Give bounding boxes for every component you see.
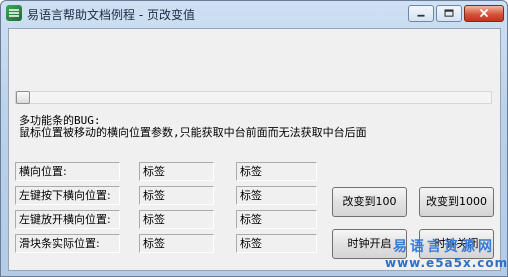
client-area: 多功能条的BUG: 鼠标位置被移动的横向位置参数,只能获取中台前面而无法获取中台… [8,28,501,271]
row-label-horizontal-position: 横向位置: [15,162,120,181]
watermark-url: www.e5a5x.com [385,256,508,270]
window-title: 易语言帮助文档例程 - 页改变值 [27,8,195,22]
change-to-100-button[interactable]: 改变到100 [332,187,407,217]
row-value2-left-down-position: 标签 [236,186,317,205]
title-bar[interactable]: 易语言帮助文档例程 - 页改变值 [1,1,507,27]
horizontal-scrollbar[interactable] [15,91,492,104]
watermark-site-name: 易语言资源网 [393,239,495,255]
row-label-slider-actual-position: 滑块条实际位置: [15,234,120,253]
maximize-button[interactable] [436,5,462,22]
row-value1-slider-actual-position: 标签 [139,234,214,253]
minimize-button[interactable] [408,5,434,22]
site-watermark: 易语言资源网 www.e5a5x.com [385,236,508,274]
close-button[interactable] [464,5,504,22]
minimize-icon [417,14,425,17]
maximize-icon [444,9,454,17]
row-label-left-up-position: 左键放开横向位置: [15,210,120,229]
row-value2-horizontal-position: 标签 [236,162,317,181]
close-icon [479,8,489,18]
change-to-1000-button[interactable]: 改变到1000 [419,187,494,217]
row-value1-horizontal-position: 标签 [139,162,214,181]
row-value1-left-up-position: 标签 [139,210,214,229]
bug-note: 多功能条的BUG: 鼠标位置被移动的横向位置参数,只能获取中台前面而无法获取中台… [19,115,367,139]
scrollbar-thumb[interactable] [16,91,30,104]
row-value2-slider-actual-position: 标签 [236,234,317,253]
row-value1-left-down-position: 标签 [139,186,214,205]
row-value2-left-up-position: 标签 [236,210,317,229]
row-label-left-down-position: 左键按下横向位置: [15,186,120,205]
app-logo-icon [6,5,22,21]
bug-note-line2: 鼠标位置被移动的横向位置参数,只能获取中台前面而无法获取中台后面 [19,126,367,139]
